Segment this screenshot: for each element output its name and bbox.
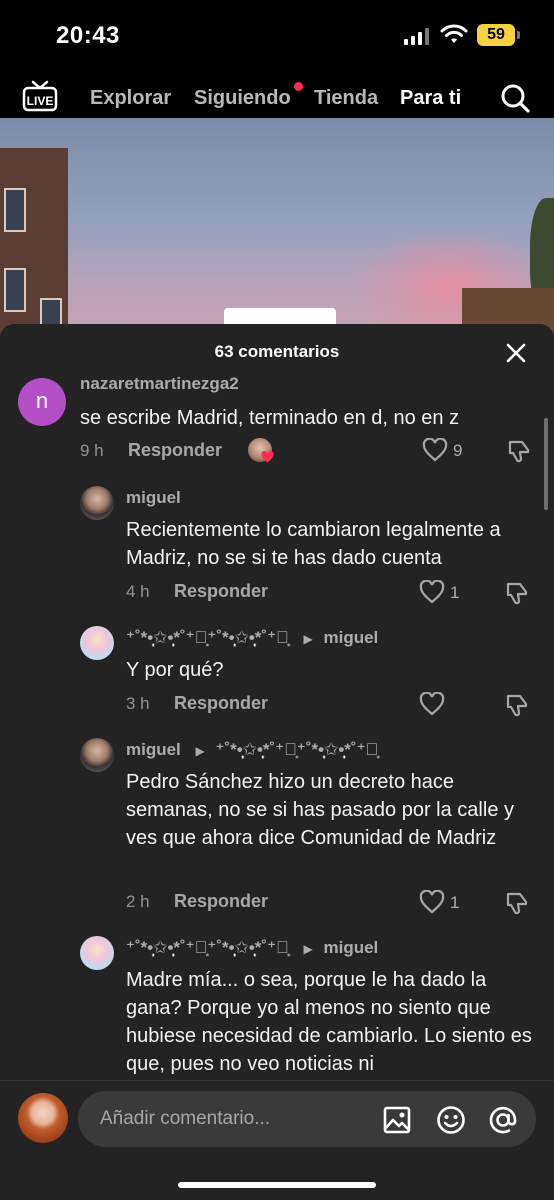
comment-text: Y por qué? bbox=[126, 659, 224, 681]
comment-text: Pedro Sánchez hizo un decreto hace seman… bbox=[126, 771, 514, 849]
battery-indicator: 59 bbox=[477, 24, 520, 46]
comment-input[interactable] bbox=[100, 1091, 370, 1147]
tab-tienda[interactable]: Tienda bbox=[314, 87, 378, 110]
tv-icon: LIVE bbox=[22, 80, 58, 112]
comment-input-bar bbox=[0, 1080, 554, 1200]
comment-time: 3 h bbox=[126, 694, 150, 713]
comments-count-title: 63 comentarios bbox=[214, 342, 340, 361]
like-count: 9 bbox=[453, 441, 463, 460]
dislike-icon[interactable] bbox=[506, 438, 532, 464]
username-text: miguel bbox=[126, 740, 181, 759]
comment-text: Recientemente lo cambiaron legalmente a … bbox=[126, 519, 501, 569]
comment-time: 9 h bbox=[80, 441, 104, 460]
comment-item: n nazaretmartinezga2 se escribe Madrid, … bbox=[0, 374, 554, 484]
reply-to-username[interactable]: ⁺˚*•̩̩͙✩•̩̩͙*˚⁺‧͙⁺˚*•̩̩͙✩•̩̩͙*˚⁺‧͙ bbox=[216, 740, 379, 759]
dislike-icon[interactable] bbox=[504, 890, 530, 916]
video-preview[interactable] bbox=[0, 118, 554, 338]
comment-username[interactable]: miguel bbox=[126, 488, 181, 508]
comment-item: miguel ▶ ⁺˚*•̩̩͙✩•̩̩͙*˚⁺‧͙⁺˚*•̩̩͙✩•̩̩͙*˚… bbox=[0, 738, 554, 928]
top-navigation: LIVE Explorar Siguiendo Tienda Para ti bbox=[0, 72, 554, 127]
mention-icon[interactable] bbox=[488, 1105, 518, 1135]
comment-text: se escribe Madrid, terminado en d, no en… bbox=[80, 407, 460, 429]
avatar[interactable] bbox=[80, 936, 114, 970]
reply-button[interactable]: Responder bbox=[174, 581, 268, 602]
avatar[interactable] bbox=[80, 486, 114, 520]
comment-username[interactable]: ⁺˚*•̩̩͙✩•̩̩͙*˚⁺‧͙⁺˚*•̩̩͙✩•̩̩͙*˚⁺‧͙ ▶ mig… bbox=[126, 628, 378, 648]
comment-input-container[interactable] bbox=[78, 1091, 536, 1147]
like-heart-icon[interactable] bbox=[419, 692, 445, 716]
avatar[interactable] bbox=[80, 626, 114, 660]
comment-time: 4 h bbox=[126, 582, 150, 601]
avatar[interactable] bbox=[80, 738, 114, 772]
dislike-icon[interactable] bbox=[504, 580, 530, 606]
comment-item: ⁺˚*•̩̩͙✩•̩̩͙*˚⁺‧͙⁺˚*•̩̩͙✩•̩̩͙*˚⁺‧͙ ▶ mig… bbox=[0, 626, 554, 726]
like-heart-icon[interactable] bbox=[419, 580, 445, 604]
image-icon[interactable] bbox=[382, 1105, 412, 1135]
reply-arrow-icon: ▶ bbox=[303, 942, 313, 956]
comment-item: miguel Recientemente lo cambiaron legalm… bbox=[0, 486, 554, 616]
comment-text: Madre mía... o sea, porque le ha dado la… bbox=[126, 969, 532, 1075]
username-text: ⁺˚*•̩̩͙✩•̩̩͙*˚⁺‧͙⁺˚*•̩̩͙✩•̩̩͙*˚⁺‧͙ bbox=[126, 938, 289, 957]
reply-to-username[interactable]: miguel bbox=[324, 628, 379, 647]
reply-arrow-icon: ▶ bbox=[195, 744, 205, 758]
comment-username[interactable]: miguel ▶ ⁺˚*•̩̩͙✩•̩̩͙*˚⁺‧͙⁺˚*•̩̩͙✩•̩̩͙*˚… bbox=[126, 740, 378, 760]
notification-dot bbox=[294, 82, 303, 91]
like-heart-icon[interactable] bbox=[422, 438, 448, 462]
wifi-icon bbox=[440, 24, 468, 43]
comments-sheet: 63 comentarios n nazaretmartinezga2 se e… bbox=[0, 324, 554, 1200]
building-left bbox=[0, 148, 68, 338]
live-label: LIVE bbox=[27, 94, 54, 108]
like-count: 1 bbox=[450, 583, 460, 602]
comment-username[interactable]: nazaretmartinezga2 bbox=[80, 374, 239, 394]
scrollbar[interactable] bbox=[544, 418, 548, 510]
reply-arrow-icon: ▶ bbox=[303, 632, 313, 646]
tab-siguiendo[interactable]: Siguiendo bbox=[194, 87, 291, 110]
dislike-icon[interactable] bbox=[504, 692, 530, 718]
home-indicator[interactable] bbox=[178, 1182, 376, 1188]
comment-time: 2 h bbox=[126, 892, 150, 911]
close-icon[interactable] bbox=[505, 342, 527, 364]
reply-button[interactable]: Responder bbox=[174, 891, 268, 912]
comment-item: ⁺˚*•̩̩͙✩•̩̩͙*˚⁺‧͙⁺˚*•̩̩͙✩•̩̩͙*˚⁺‧͙ ▶ mig… bbox=[0, 936, 554, 1079]
user-avatar[interactable] bbox=[18, 1093, 68, 1143]
creator-heart-icon bbox=[261, 451, 274, 463]
signal-icon bbox=[404, 28, 429, 45]
avatar[interactable]: n bbox=[18, 378, 66, 426]
tab-para-ti[interactable]: Para ti bbox=[400, 87, 461, 110]
emoji-icon[interactable] bbox=[436, 1105, 466, 1135]
reply-button[interactable]: Responder bbox=[174, 693, 268, 714]
tab-explorar[interactable]: Explorar bbox=[90, 87, 171, 110]
comments-list[interactable]: n nazaretmartinezga2 se escribe Madrid, … bbox=[0, 374, 554, 1079]
reply-to-username[interactable]: miguel bbox=[324, 938, 379, 957]
like-count: 1 bbox=[450, 893, 460, 912]
status-bar: 20:43 59 bbox=[0, 0, 554, 72]
search-icon[interactable] bbox=[499, 82, 531, 114]
like-heart-icon[interactable] bbox=[419, 890, 445, 914]
comment-username[interactable]: ⁺˚*•̩̩͙✩•̩̩͙*˚⁺‧͙⁺˚*•̩̩͙✩•̩̩͙*˚⁺‧͙ ▶ mig… bbox=[126, 938, 378, 958]
status-time: 20:43 bbox=[56, 22, 120, 49]
reply-button[interactable]: Responder bbox=[128, 440, 222, 461]
live-button[interactable]: LIVE bbox=[22, 80, 58, 112]
username-text: ⁺˚*•̩̩͙✩•̩̩͙*˚⁺‧͙⁺˚*•̩̩͙✩•̩̩͙*˚⁺‧͙ bbox=[126, 628, 289, 647]
